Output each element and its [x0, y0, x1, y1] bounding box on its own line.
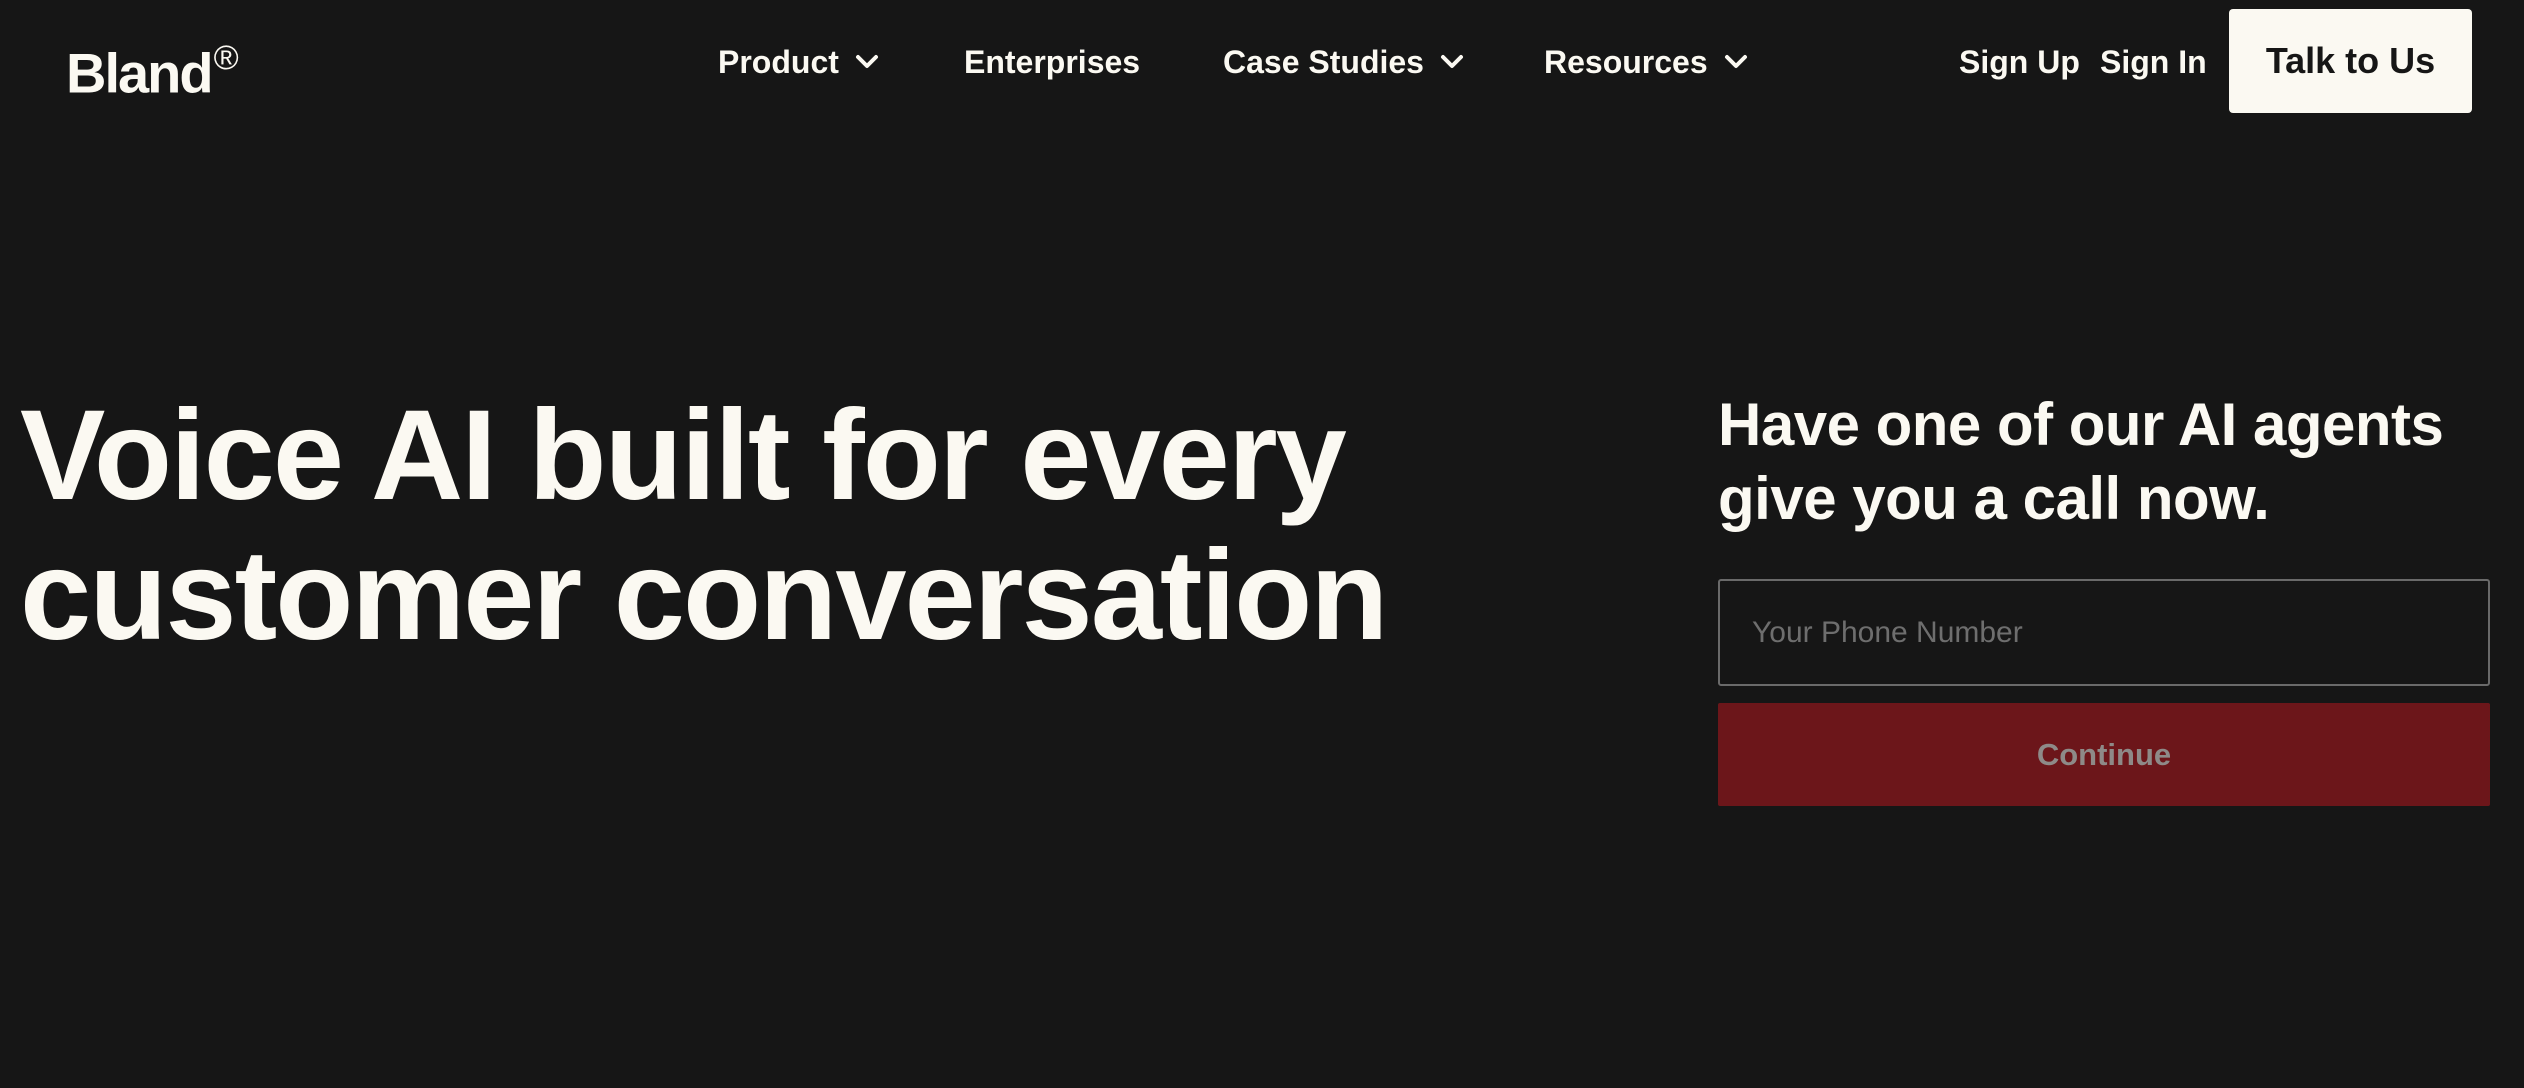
call-form-heading: Have one of our AI agents give you a cal…: [1718, 388, 2498, 536]
hero-title-line-2: customer conversation: [20, 524, 1388, 667]
call-form-heading-line-2: give you a call now.: [1718, 465, 2270, 532]
call-form-heading-line-1: Have one of our AI agents: [1718, 391, 2444, 458]
chevron-down-icon: [1438, 48, 1466, 76]
chevron-down-icon: [1722, 48, 1750, 76]
nav-item-label: Enterprises: [964, 43, 1141, 80]
nav-item-label: Product: [718, 43, 839, 80]
landing-page: Bland® Product Enterprises Case Studies …: [0, 0, 2524, 1088]
bland-logo[interactable]: Bland®: [66, 28, 239, 108]
chevron-down-icon: [853, 48, 881, 76]
nav-item-product[interactable]: Product: [718, 40, 881, 84]
nav-item-resources[interactable]: Resources: [1544, 40, 1750, 84]
continue-button[interactable]: Continue: [1718, 703, 2490, 806]
phone-number-input[interactable]: [1718, 579, 2490, 686]
registered-mark: ®: [213, 39, 239, 77]
nav-item-label: Case Studies: [1223, 43, 1424, 80]
sign-in-link[interactable]: Sign In: [2100, 40, 2207, 84]
talk-to-us-button[interactable]: Talk to Us: [2229, 9, 2472, 113]
hero-title-line-1: Voice AI built for every: [20, 384, 1347, 527]
hero-title: Voice AI built for every customer conver…: [20, 386, 1520, 666]
nav-item-enterprises[interactable]: Enterprises: [964, 40, 1140, 84]
logo-wordmark: Bland: [66, 41, 214, 105]
sign-up-link[interactable]: Sign Up: [1959, 40, 2080, 84]
nav-item-case-studies[interactable]: Case Studies: [1223, 40, 1466, 84]
nav-item-label: Resources: [1544, 43, 1708, 80]
